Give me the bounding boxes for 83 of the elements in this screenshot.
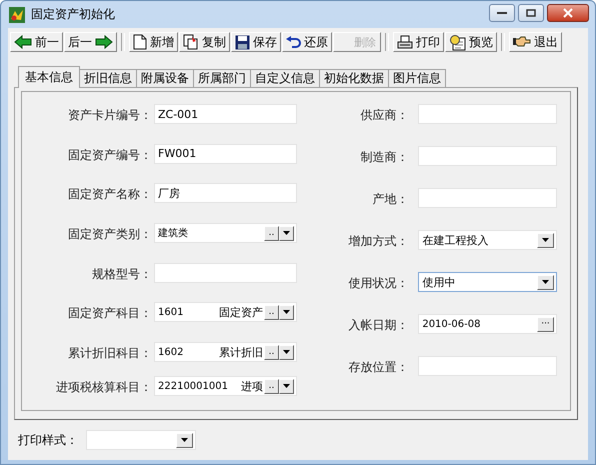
input-field[interactable]: 在建工程投入 xyxy=(418,230,557,250)
caret-icon xyxy=(181,438,188,442)
undo-icon xyxy=(286,36,301,48)
print-style-dropdown[interactable] xyxy=(86,430,196,450)
input-field[interactable]: ZC-001 xyxy=(154,104,297,124)
toolbar-button[interactable]: 复制 xyxy=(179,32,230,52)
toolbar-button[interactable]: 退出 xyxy=(509,32,562,52)
tab[interactable]: 基本信息 xyxy=(18,66,80,88)
browse-button[interactable]: .. xyxy=(264,304,279,320)
input-field[interactable]: 建筑类 .. xyxy=(154,223,297,244)
dropdown-button[interactable] xyxy=(279,344,294,360)
field-label: 资产卡片编号： xyxy=(67,107,152,124)
field-label: 规格型号： xyxy=(91,266,152,283)
tab[interactable]: 附属设备 xyxy=(136,69,194,87)
preview-icon xyxy=(449,34,466,50)
close-icon xyxy=(563,8,573,18)
dropdown-button[interactable] xyxy=(537,232,554,248)
field-label: 固定资产编号： xyxy=(67,146,152,164)
maximize-button[interactable] xyxy=(518,4,544,22)
input-field[interactable]: 2010-06-08 ··· xyxy=(418,314,557,334)
browse-button[interactable]: .. xyxy=(264,378,279,394)
caret-icon xyxy=(283,384,290,388)
input-field[interactable]: 1601 固定资产 .. xyxy=(154,302,297,322)
save-icon xyxy=(235,34,250,50)
caret-icon xyxy=(542,280,549,284)
field-label: 供应商： xyxy=(359,107,408,124)
caret-icon xyxy=(283,350,290,354)
pointing-hand-icon xyxy=(513,35,531,49)
input-field[interactable]: 厂房 xyxy=(154,183,297,204)
browse-button[interactable]: .. xyxy=(264,344,279,360)
tab[interactable]: 图片信息 xyxy=(388,69,446,87)
field-label: 固定资产科目： xyxy=(67,305,152,322)
field-label: 制造商： xyxy=(359,149,408,166)
dropdown-button[interactable] xyxy=(279,304,294,320)
input-field[interactable]: 22210001001 进项 .. xyxy=(154,376,297,396)
maximize-icon xyxy=(526,8,536,16)
app-logo-icon xyxy=(9,6,25,22)
window-title: 固定资产初始化 xyxy=(31,6,115,23)
minimize-button[interactable] xyxy=(489,4,515,22)
date-picker-button[interactable]: ··· xyxy=(537,316,554,332)
toolbar-button[interactable]: 打印 xyxy=(393,32,444,52)
tab[interactable]: 折旧信息 xyxy=(79,69,137,87)
field-label: 进项税核算科目： xyxy=(55,379,152,396)
field-label: 入帐日期： xyxy=(347,317,408,334)
field-label: 增加方式： xyxy=(347,233,408,250)
toolbar-button[interactable]: 还原 xyxy=(282,32,332,52)
field-label: 存放位置： xyxy=(347,359,408,376)
printer-icon xyxy=(397,34,413,50)
right-arrow-icon xyxy=(95,35,113,49)
input-field[interactable] xyxy=(418,146,557,166)
input-field[interactable]: 使用中 xyxy=(418,272,557,292)
new-document-icon xyxy=(133,34,147,50)
left-arrow-icon xyxy=(14,35,32,49)
copy-icon xyxy=(183,34,199,50)
tab[interactable]: 所属部门 xyxy=(193,69,251,87)
field-label: 使用状况： xyxy=(347,275,408,292)
browse-button[interactable]: .. xyxy=(264,226,279,241)
close-button[interactable] xyxy=(547,4,589,22)
toolbar-button[interactable]: 后一 xyxy=(64,32,117,52)
input-field[interactable] xyxy=(418,188,557,208)
field-label: 累计折旧科目： xyxy=(67,345,152,362)
input-field[interactable]: 1602 累计折旧 .. xyxy=(154,342,297,362)
caret-icon xyxy=(542,238,549,242)
toolbar-button[interactable]: 新增 xyxy=(129,32,178,52)
minimize-icon xyxy=(497,10,507,14)
toolbar-button[interactable]: 前一 xyxy=(10,32,63,52)
field-label: 固定资产名称： xyxy=(67,186,152,204)
input-field[interactable] xyxy=(418,104,557,124)
dropdown-button[interactable] xyxy=(279,226,294,241)
toolbar-button[interactable]: 预览 xyxy=(445,32,497,52)
input-field[interactable]: FW001 xyxy=(154,144,297,164)
field-label: 固定资产类别： xyxy=(67,226,152,244)
input-field[interactable] xyxy=(418,356,557,376)
caret-icon xyxy=(283,231,290,236)
dropdown-button[interactable] xyxy=(279,378,294,394)
input-field[interactable] xyxy=(154,262,297,283)
caret-icon xyxy=(283,310,290,314)
field-label: 打印样式： xyxy=(18,432,78,448)
toolbar-button[interactable]: 保存 xyxy=(231,32,281,52)
tab[interactable]: 自定义信息 xyxy=(250,69,320,87)
tab[interactable]: 初始化数据 xyxy=(319,69,389,87)
field-label: 产地： xyxy=(371,191,408,208)
dropdown-button[interactable] xyxy=(537,274,554,290)
